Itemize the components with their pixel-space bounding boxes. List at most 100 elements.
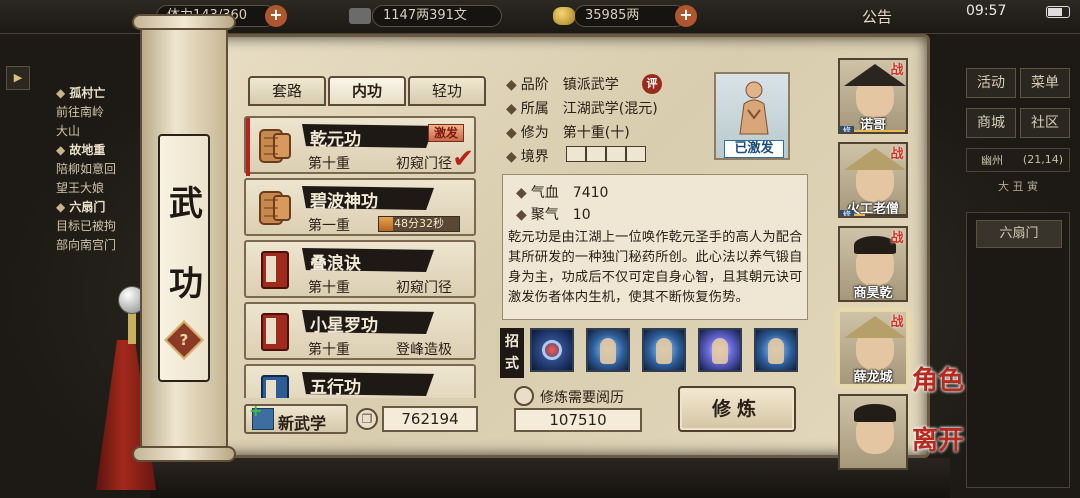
shop-button[interactable]: 商城 (966, 108, 1016, 138)
quest-line: 望王大娘 (56, 181, 105, 195)
location-name: 幽州 (981, 154, 1003, 167)
blue-book-icon (261, 375, 289, 398)
scroll-cap-bottom (132, 446, 236, 462)
skill-points-value: 762194 (382, 406, 478, 432)
train-button[interactable]: 修炼 (678, 386, 796, 432)
add-stamina-button[interactable]: + (265, 5, 287, 27)
wallet-icon (349, 8, 371, 24)
tab-inner-skills[interactable]: 内功 (328, 76, 406, 106)
time-period: 大 丑 寅 (998, 180, 1038, 193)
red-book-icon (261, 251, 289, 289)
meditation-move-icon[interactable] (586, 328, 630, 372)
cost-label: 修炼需要阅历 (540, 390, 624, 406)
skill-item-bibo[interactable]: 碧波神功 第一重 48分32秒 (244, 178, 476, 236)
role-button[interactable]: 角色 (912, 360, 964, 397)
grade-label: 品阶 (506, 77, 549, 93)
realm-progress (566, 146, 646, 162)
menu-button[interactable]: 菜单 (1020, 68, 1070, 98)
quest-title: 六扇门 (56, 198, 146, 217)
quest-title: 故地重 (56, 141, 146, 160)
character-card[interactable]: 战 商昊乾 (838, 226, 908, 302)
cultivation-value: 第十重(十) (562, 125, 630, 141)
character-card[interactable] (838, 394, 908, 470)
battle-tag: 战 (890, 315, 904, 330)
training-progress-fill (379, 217, 394, 231)
character-name: 商昊乾 (853, 286, 893, 301)
location-coords: (21,14) (1022, 153, 1063, 166)
skill-name: 五行功 (310, 378, 361, 398)
activated-badge: 激发 (428, 124, 464, 142)
exp-bar (854, 214, 906, 216)
skill-description: 乾元功是由江湖上一位唤作乾元圣手的高人为配合其所研发的一种独门秘药所创。此心法以… (508, 230, 803, 305)
tab-routines[interactable]: 套路 (248, 76, 326, 106)
rate-button[interactable]: 评 (642, 74, 662, 94)
coins-value: 1147两391文 (383, 8, 467, 23)
add-gold-button[interactable]: + (675, 5, 697, 27)
cost-value: 107510 (514, 408, 642, 432)
realm-cell (626, 146, 646, 162)
palm-move-icon[interactable] (754, 328, 798, 372)
exp-bar-fill (854, 214, 865, 216)
activity-button[interactable]: 活动 (966, 68, 1016, 98)
gold-ingot-icon (553, 7, 575, 25)
character-card[interactable]: 战 薛龙城 (838, 310, 908, 386)
cultivation-row: 修为第十重(十) (506, 122, 630, 142)
skill-level: 第十重 (308, 156, 350, 172)
skill-level: 第十重 (308, 342, 350, 358)
monk-figure-icon (739, 81, 769, 135)
stat-label: 聚气 (516, 207, 559, 223)
quest-item[interactable]: 孤村亡 前往南岭 大山 (56, 84, 146, 141)
cultivate-icon: 修 (840, 210, 854, 216)
skill-name: 小星罗功 (310, 316, 378, 336)
realm-row: 境界 (506, 146, 549, 166)
battle-tag: 战 (890, 147, 904, 162)
skill-portrait: 已激发 (714, 72, 790, 160)
book-points-icon: ❐ (356, 408, 378, 430)
skill-item-dielang[interactable]: 叠浪诀 第十重 初窥门径 (244, 240, 476, 298)
quest-tracker[interactable]: 孤村亡 前往南岭 大山 故地重 陪柳如意回 望王大娘 六扇门 目标已被拘 部向南… (56, 84, 146, 255)
notice-button[interactable]: 公告 (862, 6, 892, 27)
stance-move-icon[interactable] (642, 328, 686, 372)
lightning-move-icon[interactable] (698, 328, 742, 372)
list-item-liushanmen[interactable]: 六扇门 (976, 220, 1062, 248)
quest-item[interactable]: 六扇门 目标已被拘 部向南宫门 (56, 198, 146, 255)
skill-item-wuxing[interactable]: 五行功 (244, 364, 476, 398)
skill-mastery: 登峰造极 (396, 342, 452, 358)
scroll-book-icon (259, 191, 291, 225)
cultivation-label: 修为 (506, 125, 549, 141)
realm-label: 境界 (506, 149, 549, 165)
tab-lightness[interactable]: 轻功 (408, 76, 486, 106)
moves-label: 招式 (500, 328, 524, 378)
status-clock: 09:57 (966, 3, 1007, 19)
grade-row: 品阶镇派武学 (506, 74, 619, 94)
new-skill-button[interactable]: 新武学 (244, 401, 348, 434)
expand-arrow-icon[interactable]: ▶ (6, 66, 30, 90)
exp-bar (854, 130, 906, 132)
skill-level: 第十重 (308, 280, 350, 296)
battle-tag: 战 (890, 63, 904, 78)
gold-display: 35985两 + (553, 5, 697, 27)
character-card[interactable]: 战 火工老僧 修 (838, 142, 908, 218)
skill-name: 碧波神功 (310, 192, 378, 212)
quest-item[interactable]: 故地重 陪柳如意回 望王大娘 (56, 141, 146, 198)
community-button[interactable]: 社区 (1020, 108, 1070, 138)
character-name: 薛龙城 (853, 370, 893, 385)
hair-icon (854, 404, 896, 422)
skill-list[interactable]: 乾元功 激发 第十重 初窥门径 ✔ 碧波神功 第一重 48分32秒 叠浪诀 第十… (240, 112, 480, 398)
skill-item-qianyuan[interactable]: 乾元功 激发 第十重 初窥门径 ✔ (244, 116, 476, 176)
stat-value: 7410 (572, 185, 609, 201)
skill-name: 叠浪诀 (310, 254, 361, 274)
cultivate-icon: 修 (840, 126, 854, 132)
vortex-move-icon[interactable] (530, 328, 574, 372)
coins-display: 1147两391文 (349, 5, 502, 27)
quest-line: 目标已被拘 (56, 219, 117, 233)
skill-level: 第一重 (308, 218, 350, 234)
character-card[interactable]: 战 诺哥 修 (838, 58, 908, 134)
red-book-icon (261, 313, 289, 351)
title-char: 武 (169, 184, 203, 224)
scroll-book-icon (259, 129, 291, 163)
stat-value: 10 (572, 207, 591, 223)
leave-button[interactable]: 离开 (912, 420, 964, 457)
skill-item-xiaoxingluo[interactable]: 小星罗功 第十重 登峰造极 (244, 302, 476, 360)
training-timer: 48分32秒 (378, 216, 460, 232)
